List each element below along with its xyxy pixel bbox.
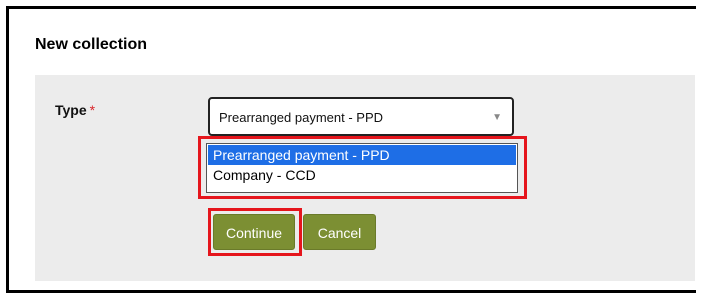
- cancel-button[interactable]: Cancel: [303, 214, 376, 250]
- chevron-down-icon[interactable]: ▼: [492, 112, 502, 123]
- type-label-text: Type: [55, 102, 87, 118]
- highlight-box-options: [198, 136, 527, 199]
- type-select[interactable]: Prearranged payment - PPD ▼: [208, 97, 514, 136]
- dialog-frame: New collection Type * Prearranged payment…: [6, 6, 696, 293]
- highlight-box-continue: [208, 208, 302, 256]
- type-label: Type *: [55, 102, 95, 118]
- required-marker: *: [89, 102, 96, 118]
- form-panel: Type * Prearranged payment - PPD ▼ Prearr…: [35, 75, 695, 281]
- type-select-value: Prearranged payment - PPD: [219, 110, 384, 125]
- dialog-title: New collection: [35, 36, 148, 53]
